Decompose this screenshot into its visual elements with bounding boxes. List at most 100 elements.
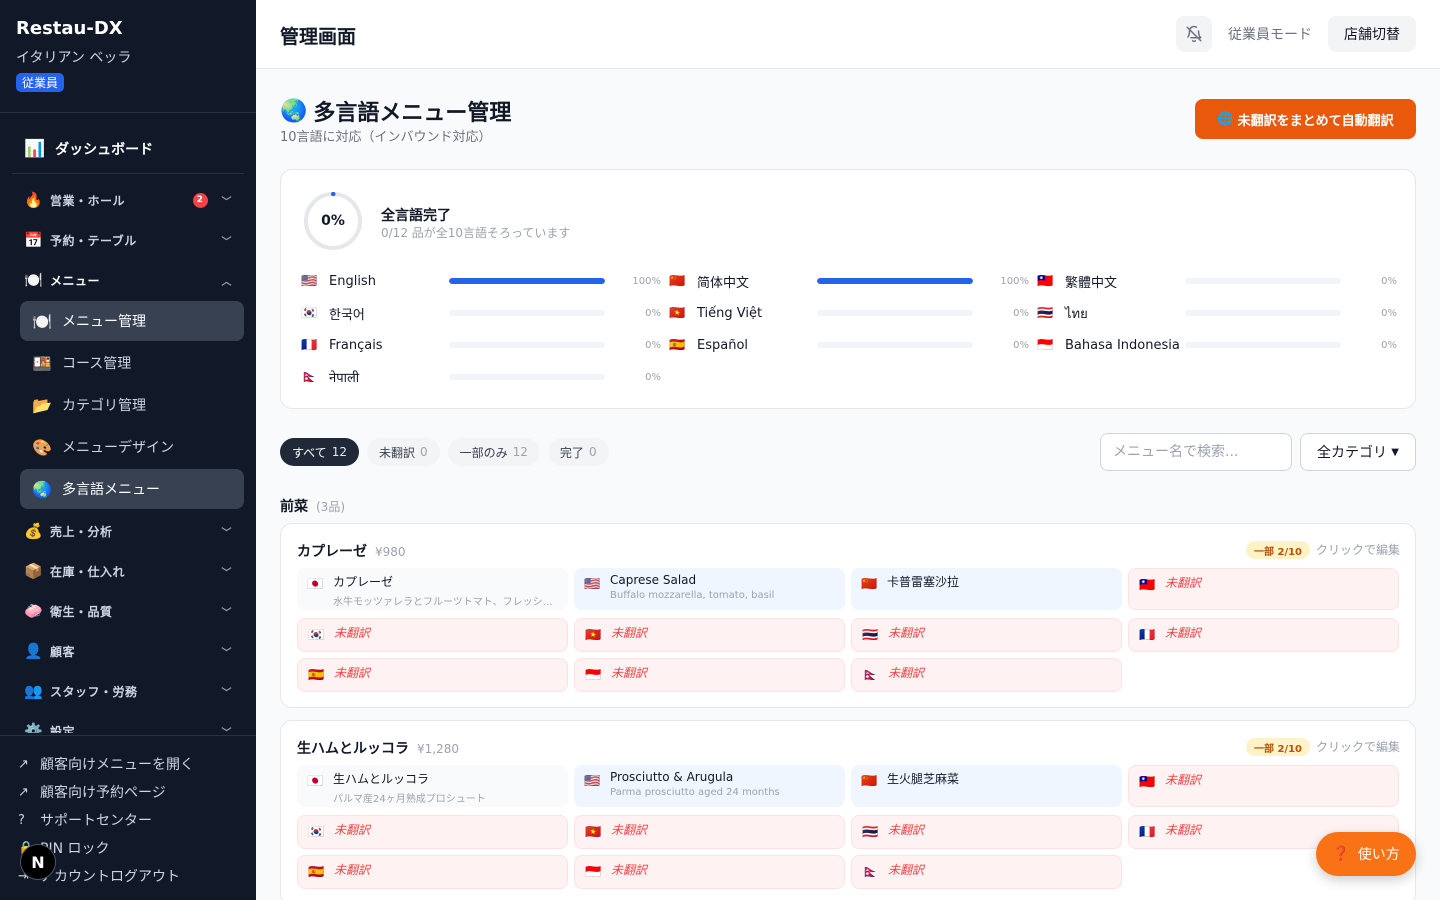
sidebar-item-menu-design[interactable]: 🎨 メニューデザイン: [20, 427, 244, 467]
brand-title: Restau-DX: [16, 18, 123, 39]
translation-cell[interactable]: 🇰🇷 未翻訳: [297, 618, 568, 652]
translation-cell[interactable]: 🇯🇵 生ハムとルッコラ パルマ産24ヶ月熟成プロシュート: [297, 765, 568, 807]
link-label: アカウントログアウト: [40, 869, 180, 885]
help-button[interactable]: ❓ 使い方: [1316, 832, 1416, 876]
sidebar-group-inventory[interactable]: 📦 在庫・仕入れ ﹀: [0, 551, 256, 591]
translation-cell[interactable]: 🇰🇷 未翻訳: [297, 815, 568, 849]
sidebar-item-dashboard[interactable]: 📊 ダッシュボード: [12, 125, 244, 174]
sidebar-group-label: 売上・分析: [50, 524, 113, 539]
sidebar-item-course-management[interactable]: 🍱 コース管理: [20, 343, 244, 383]
menu-search-input[interactable]: [1100, 433, 1292, 471]
sidebar-item-label: メニューデザイン: [62, 440, 174, 456]
translation-cell[interactable]: 🇪🇸 未翻訳: [297, 855, 568, 889]
chip-count: 12: [512, 445, 528, 459]
sidebar-item-multilingual-menu[interactable]: 🌏 多言語メニュー: [20, 469, 244, 509]
filter-chip-untranslated[interactable]: 未翻訳 0: [366, 438, 440, 466]
translation-text: 未翻訳: [611, 626, 648, 640]
sidebar-item-category-management[interactable]: 📂 カテゴリ管理: [20, 385, 244, 425]
translation-status-badge: 一部 2/10: [1246, 738, 1311, 756]
sidebar-group-reservations[interactable]: 📅 予約・テーブル ﹀: [0, 220, 256, 260]
external-link-icon: ↗: [18, 784, 29, 800]
translation-cell[interactable]: 🇹🇼 未翻訳: [1128, 765, 1399, 807]
sidebar-group-label: メニュー: [50, 273, 101, 288]
translation-cell[interactable]: 🇺🇸 Caprese Salad Buffalo mozzarella, tomat…: [574, 568, 845, 610]
translation-cell[interactable]: 🇳🇵 未翻訳: [851, 855, 1122, 889]
translation-text: Prosciutto & Arugula: [610, 770, 734, 784]
sidebar-group-operations[interactable]: 🔥 営業・ホール 2 ﹀: [0, 180, 256, 220]
translation-cell[interactable]: 🇨🇳 生火腿芝麻菜: [851, 765, 1122, 807]
translation-cell[interactable]: 🇳🇵 未翻訳: [851, 658, 1122, 692]
chevron-down-icon: ﹀: [221, 527, 232, 539]
translation-cell[interactable]: 🇹🇼 未翻訳: [1128, 568, 1399, 610]
flag-icon: 🇹🇭: [1037, 305, 1054, 321]
chart-icon: 📊: [24, 139, 46, 159]
link-label: 顧客向けメニューを開く: [40, 757, 194, 773]
translation-cell[interactable]: 🇹🇭 未翻訳: [851, 815, 1122, 849]
sidebar-group-customers[interactable]: 👤 顧客 ﹀: [0, 631, 256, 671]
auto-translate-label: 未翻訳をまとめて自動翻訳: [1237, 113, 1394, 129]
language-progress-row: 🇳🇵 नेपाली 0%: [301, 367, 661, 387]
gear-icon: ⚙️: [24, 722, 44, 733]
translation-cell[interactable]: 🇮🇩 未翻訳: [574, 658, 845, 692]
language-progress-row: 🇰🇷 한국어 0%: [301, 303, 661, 323]
filter-chip-all[interactable]: すべて 12: [280, 438, 359, 466]
filter-chip-complete[interactable]: 完了 0: [547, 438, 609, 466]
auto-translate-button[interactable]: 🌐 未翻訳をまとめて自動翻訳: [1195, 99, 1416, 139]
translation-cell[interactable]: 🇻🇳 未翻訳: [574, 618, 845, 652]
calendar-icon: 📅: [24, 231, 44, 249]
staff-mode-label[interactable]: 従業員モード: [1228, 24, 1312, 44]
filter-chip-partial[interactable]: 一部のみ 12: [447, 438, 540, 466]
sidebar-group-settings[interactable]: ⚙️ 設定 ﹀: [0, 711, 256, 733]
bell-off-icon[interactable]: [1176, 16, 1212, 52]
support-center-link[interactable]: ? サポートセンター: [0, 806, 256, 834]
language-progress-bar: [1185, 342, 1341, 348]
flag-icon: 🇫🇷: [301, 337, 318, 353]
external-link-icon: ↗: [18, 756, 29, 772]
sidebar-group-menu[interactable]: 🍽️ メニュー ︿: [0, 260, 256, 300]
language-name: 한국어: [329, 307, 365, 323]
edit-hint[interactable]: クリックで編集: [1316, 738, 1400, 755]
translation-text: Caprese Salad: [610, 573, 697, 587]
menu-item-name: 生ハムとルッコラ: [297, 741, 409, 757]
chevron-down-icon: ﹀: [221, 647, 232, 659]
translation-text: 生火腿芝麻菜: [887, 772, 960, 786]
sidebar-item-menu-management[interactable]: 🍽️ メニュー管理: [20, 301, 244, 341]
customer-reservation-link[interactable]: ↗ 顧客向け予約ページ: [0, 778, 256, 806]
chip-label: 完了: [559, 445, 584, 460]
translation-cell[interactable]: 🇯🇵 カプレーゼ 水牛モッツァレラとフルーツトマト、フレッシュバジル: [297, 568, 568, 610]
translation-cell[interactable]: 🇹🇭 未翻訳: [851, 618, 1122, 652]
dev-tools-badge[interactable]: N: [20, 844, 56, 880]
sidebar-group-staff[interactable]: 👥 スタッフ・労務 ﹀: [0, 671, 256, 711]
translation-cell[interactable]: 🇻🇳 未翻訳: [574, 815, 845, 849]
translation-cell[interactable]: 🇮🇩 未翻訳: [574, 855, 845, 889]
flag-icon: 🇫🇷: [1139, 628, 1156, 643]
translation-cell[interactable]: 🇺🇸 Prosciutto & Arugula Parma prosciutto a…: [574, 765, 845, 807]
translation-text: 未翻訳: [334, 823, 371, 837]
edit-hint[interactable]: クリックで編集: [1316, 541, 1400, 558]
chip-count: 0: [588, 445, 597, 459]
section-heading-text: 多言語メニュー管理: [313, 101, 512, 126]
translation-text: 未翻訳: [611, 666, 648, 680]
store-switch-button[interactable]: 店舗切替: [1328, 16, 1416, 52]
chevron-down-icon: ﹀: [221, 236, 232, 248]
help-button-label: 使い方: [1357, 847, 1400, 863]
menu-item-card[interactable]: カプレーゼ ¥980 一部 2/10 クリックで編集 🇯🇵 カプレーゼ 水牛モッツァレラとフ…: [280, 523, 1416, 708]
translation-cell[interactable]: 🇫🇷 未翻訳: [1128, 618, 1399, 652]
category-select[interactable]: 全カテゴリ ▼: [1300, 433, 1416, 471]
sidebar-group-sales[interactable]: 💰 売上・分析 ﹀: [0, 511, 256, 551]
chip-label: 未翻訳: [378, 445, 415, 460]
language-progress-bar: [449, 342, 605, 348]
store-name: イタリアン ベッラ: [16, 50, 132, 66]
link-label: 顧客向け予約ページ: [40, 785, 166, 801]
sidebar-group-hygiene[interactable]: 🧼 衛生・品質 ﹀: [0, 591, 256, 631]
open-customer-menu-link[interactable]: ↗ 顧客向けメニューを開く: [0, 750, 256, 778]
sidebar-group-label: スタッフ・労務: [50, 684, 138, 699]
language-progress-row: 🇹🇼 繁體中文 0%: [1037, 271, 1397, 291]
language-progress-fill: [817, 278, 973, 284]
menu-item-card[interactable]: 生ハムとルッコラ ¥1,280 一部 2/10 クリックで編集 🇯🇵 生ハムとルッコラ パル…: [280, 720, 1416, 900]
sidebar-item-label: メニュー管理: [62, 314, 146, 330]
chip-label: すべて: [292, 445, 327, 460]
translation-cell[interactable]: 🇨🇳 卡普雷塞沙拉: [851, 568, 1122, 610]
translation-text: 未翻訳: [334, 626, 371, 640]
translation-cell[interactable]: 🇪🇸 未翻訳: [297, 658, 568, 692]
